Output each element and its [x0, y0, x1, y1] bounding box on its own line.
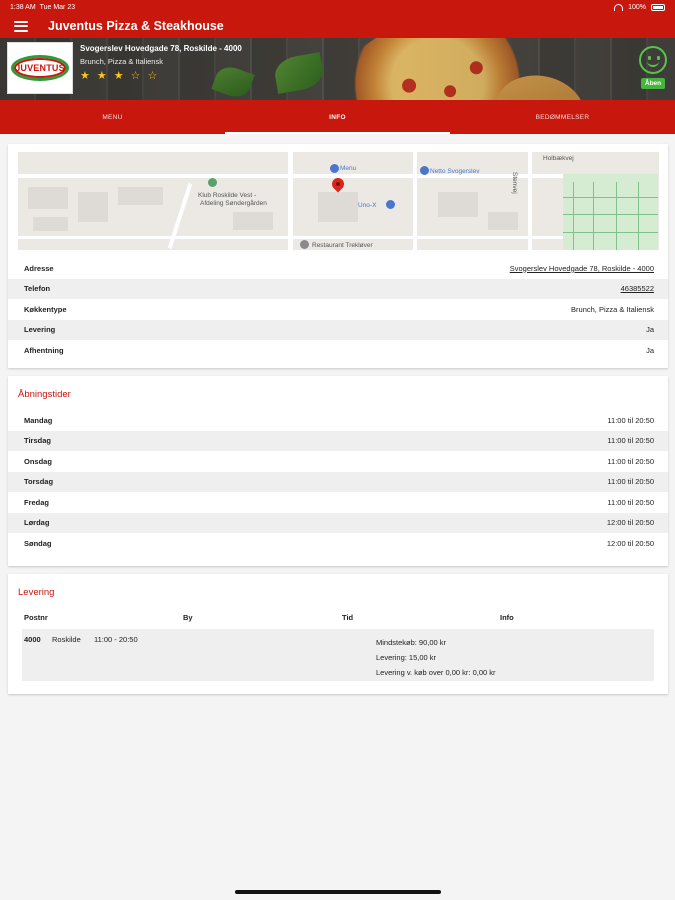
status-date: Tue Mar 23 — [39, 3, 76, 11]
star-icon: ★ — [96, 70, 107, 82]
gas-station-icon — [386, 200, 395, 209]
location-map[interactable]: Holbækvej Klub Roskilde Vest - Afdeling … — [18, 152, 659, 250]
battery-percent: 100% — [628, 3, 646, 11]
opening-hours-title: Åbningstider — [18, 389, 71, 400]
shopping-icon — [420, 166, 429, 175]
info-row-address: Adresse Svogerslev Hovedgade 78, Roskild… — [24, 263, 654, 273]
column-header-postnr: Postnr — [24, 613, 48, 622]
shopping-icon — [330, 164, 339, 173]
status-time: 1:38 AM — [10, 3, 36, 11]
restaurant-header: JUVENTUS Svogerslev Hovedgade 78, Roskil… — [0, 38, 675, 100]
hours-row: Onsdag 11:00 til 20:50 — [24, 456, 654, 466]
star-outline-icon: ☆ — [147, 70, 158, 82]
menu-icon[interactable] — [14, 20, 28, 32]
status-bar: 1:38 AM Tue Mar 23 100% — [0, 0, 675, 14]
park-icon — [208, 178, 217, 187]
star-icon: ★ — [80, 70, 90, 82]
phone-link[interactable]: 46385522 — [621, 284, 654, 293]
delivery-title: Levering — [18, 587, 55, 598]
app-title: Juventus Pizza & Steakhouse — [48, 19, 224, 33]
home-indicator[interactable] — [235, 890, 441, 894]
restaurant-logo: JUVENTUS — [7, 42, 73, 94]
column-header-by: By — [183, 613, 193, 622]
hours-row: Torsdag 11:00 til 20:50 — [8, 471, 668, 492]
tab-bar: MENU INFO BEDØMMELSER — [0, 100, 675, 134]
delivery-card: Levering Postnr By Tid Info 4000 Roskild… — [8, 574, 668, 694]
restaurant-icon — [300, 240, 309, 249]
location-pin-icon — [329, 175, 347, 193]
smiley-icon — [639, 46, 667, 74]
column-header-tid: Tid — [342, 613, 354, 622]
delivery-info: Mindstekøb: 90,00 kr Levering: 15,00 kr … — [376, 638, 496, 677]
battery-icon — [651, 3, 665, 11]
delivery-postnr: 4000 — [24, 635, 41, 644]
delivery-city: Roskilde — [52, 635, 81, 644]
open-status: Åben — [638, 46, 668, 89]
restaurant-cuisine: Brunch, Pizza & Italiensk — [80, 57, 163, 66]
info-row-delivery: Levering Ja — [8, 319, 668, 340]
star-outline-icon: ☆ — [130, 70, 141, 82]
star-icon: ★ — [113, 70, 124, 82]
info-list: Adresse Svogerslev Hovedgade 78, Roskild… — [8, 258, 668, 361]
info-row-pickup: Afhentning Ja — [24, 345, 654, 355]
rating-stars: ★ ★ ★ ☆ ☆ — [80, 71, 242, 82]
delivery-time: 11:00 - 20:50 — [94, 635, 138, 644]
tab-reviews[interactable]: BEDØMMELSER — [450, 100, 675, 134]
opening-hours-card: Åbningstider Mandag 11:00 til 20:50 Tirsd… — [8, 376, 668, 566]
restaurant-address: Svogerslev Hovedgade 78, Roskilde - 4000 — [80, 44, 242, 53]
info-card: Holbækvej Klub Roskilde Vest - Afdeling … — [8, 144, 668, 368]
opening-hours-list: Mandag 11:00 til 20:50 Tirsdag 11:00 til 2… — [8, 410, 668, 554]
tab-menu[interactable]: MENU — [0, 100, 225, 134]
wifi-icon — [614, 3, 624, 11]
hours-row: Mandag 11:00 til 20:50 — [24, 415, 654, 425]
tab-info[interactable]: INFO — [225, 100, 450, 134]
delivery-row: 4000 Roskilde 11:00 - 20:50 Mindstekøb: … — [22, 629, 654, 681]
column-header-info: Info — [500, 613, 514, 622]
address-link[interactable]: Svogerslev Hovedgade 78, Roskilde - 4000 — [510, 264, 654, 273]
info-row-cuisine: Køkkentype Brunch, Pizza & Italiensk — [24, 304, 654, 314]
hours-row: Tirsdag 11:00 til 20:50 — [8, 430, 668, 451]
hours-row: Lørdag 12:00 til 20:50 — [8, 512, 668, 533]
hours-row: Søndag 12:00 til 20:50 — [24, 538, 654, 548]
info-row-phone: Telefon 46385522 — [8, 278, 668, 299]
hours-row: Fredag 11:00 til 20:50 — [24, 497, 654, 507]
open-badge: Åben — [640, 78, 666, 89]
delivery-table-header: Postnr By Tid Info — [8, 608, 668, 626]
app-bar: Juventus Pizza & Steakhouse — [0, 14, 675, 38]
